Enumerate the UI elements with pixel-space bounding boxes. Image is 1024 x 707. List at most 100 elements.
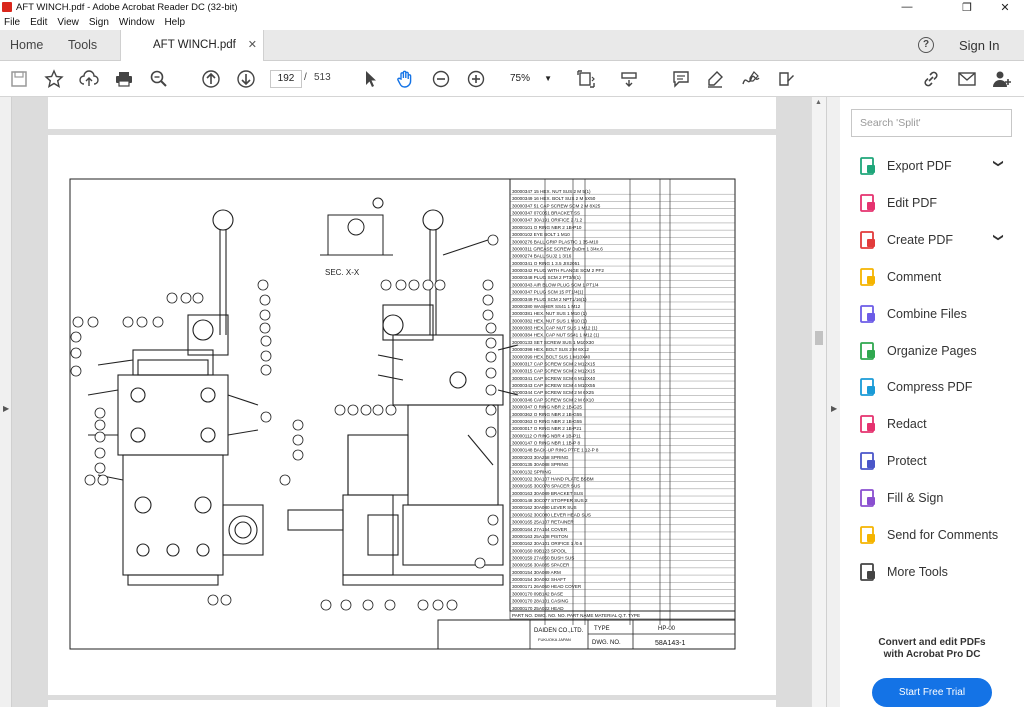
type-value: HP-00 — [658, 626, 676, 632]
select-cursor-icon[interactable] — [360, 68, 382, 90]
parts-row: 30000164 27A154 COVER — [512, 527, 568, 532]
close-window-button[interactable]: ✕ — [982, 0, 1024, 14]
upload-cloud-icon[interactable] — [78, 68, 100, 90]
zoom-out-icon[interactable] — [430, 68, 452, 90]
protect-label: Protect — [887, 454, 927, 469]
next-page-icon[interactable] — [235, 68, 257, 90]
tool-export-pdf[interactable]: Export PDF ❯ — [858, 154, 1018, 178]
help-icon[interactable]: ? — [918, 37, 934, 53]
tab-tools[interactable]: Tools — [68, 38, 97, 52]
parts-row: 30000399 HEX. BOLT SUS 1 M10X40 — [512, 354, 591, 359]
hand-tool-icon[interactable] — [394, 68, 416, 90]
parts-row: 30000154 30A092 SHAFT — [512, 577, 566, 582]
send-for-comments-label: Send for Comments — [887, 528, 999, 542]
parts-row: 30000346 CAP SCREW SCM 2 M 6X10 — [512, 397, 594, 402]
scrollbar-thumb[interactable] — [815, 331, 823, 345]
acrobat-app-icon — [2, 2, 12, 12]
tool-organize-pages[interactable]: Organize Pages — [858, 339, 1018, 363]
sign-in-button[interactable]: Sign In — [959, 38, 999, 53]
page-number-input[interactable]: 192 — [270, 70, 302, 88]
parts-row: 30000347 PLUG SCM 15 PT1/4(1) — [512, 290, 584, 295]
parts-row: 30000017 O RING NBR 2 1B-P21 — [512, 426, 582, 431]
chevron-down-icon[interactable]: ❯ — [993, 159, 1004, 167]
tool-redact[interactable]: Redact — [858, 412, 1018, 436]
combine-files-icon — [860, 304, 875, 323]
comment-icon[interactable] — [670, 68, 692, 90]
parts-row: 30000102 30A107 HAND PLATE BSBM — [512, 476, 594, 481]
left-assembly-view — [87, 209, 264, 586]
share-link-icon[interactable] — [920, 68, 942, 90]
chevron-down-icon[interactable]: ❯ — [993, 233, 1004, 241]
zoom-level-value: 75% — [510, 73, 531, 84]
tools-pane: Search 'Split' Export PDF ❯ Edit PDF Create… — [840, 97, 1024, 707]
bookmark-star-icon[interactable] — [43, 68, 65, 90]
create-pdf-icon — [860, 230, 875, 249]
tool-send-for-comments[interactable]: Send for Comments — [858, 523, 1018, 547]
parts-row: 30000347 O RING NBR 2 1B-G25 — [512, 405, 582, 410]
parts-row: 30000160 09B123 SPOOL — [512, 548, 567, 553]
minimize-button[interactable]: — — [884, 0, 930, 14]
menu-edit[interactable]: Edit — [30, 17, 47, 28]
create-pdf-label: Create PDF — [887, 232, 953, 247]
combine-files-label: Combine Files — [887, 306, 967, 321]
expand-left-pane-icon[interactable]: ▶ — [3, 404, 9, 413]
page-fit-icon[interactable] — [575, 68, 597, 90]
center-assembly-view — [287, 209, 519, 586]
tool-more-tools[interactable]: More Tools — [858, 560, 1018, 584]
tool-edit-pdf[interactable]: Edit PDF — [858, 191, 1018, 215]
company-name: DAIDEN CO.,LTD. — [534, 628, 584, 634]
tool-create-pdf[interactable]: Create PDF ❯ — [858, 228, 1018, 252]
zoom-in-icon[interactable] — [465, 68, 487, 90]
add-user-icon[interactable] — [991, 68, 1013, 90]
parts-row: 30000383 HEX. CAP NUT SUS 1 M12 (1) — [512, 326, 598, 331]
tool-comment[interactable]: Comment — [858, 265, 1018, 289]
start-free-trial-button[interactable]: Start Free Trial — [872, 678, 992, 707]
comment-icon — [860, 267, 875, 286]
protect-icon — [860, 452, 875, 471]
parts-list-table: 30000347 15 HEX. NUT SUS 2 M 5(1) 3000034… — [509, 178, 736, 625]
save-icon[interactable] — [8, 68, 30, 90]
tool-fill-sign[interactable]: Fill & Sign — [858, 486, 1018, 510]
email-icon[interactable] — [956, 68, 978, 90]
right-pane-toggle[interactable]: ▶ — [826, 97, 840, 707]
parts-row: 30000342 PLUG WITH FLANGE SCM 2 PF2 — [512, 268, 604, 273]
menu-view[interactable]: View — [57, 17, 79, 28]
edit-pdf-icon — [860, 193, 875, 212]
menu-file[interactable]: File — [4, 17, 20, 28]
scroll-mode-icon[interactable] — [618, 68, 640, 90]
highlight-pen-icon[interactable] — [704, 68, 726, 90]
left-pane-toggle[interactable]: ▶ — [0, 97, 12, 707]
tool-protect[interactable]: Protect — [858, 449, 1018, 473]
fill-sign-icon — [860, 489, 875, 507]
zoom-level-dropdown[interactable]: 75% ▼ — [502, 70, 556, 88]
parts-row: 30000154 30A089 ARM — [512, 570, 561, 575]
tab-close-icon[interactable]: ✕ — [248, 38, 257, 51]
collapse-right-pane-icon[interactable]: ▶ — [831, 404, 837, 413]
fill-sign-icon[interactable] — [775, 68, 797, 90]
tool-combine-files[interactable]: Combine Files — [858, 302, 1018, 326]
dwg-value: 58A143-1 — [655, 640, 685, 647]
parts-row: 30000362 O RING NBR 2 1B-G55 — [512, 412, 582, 417]
print-icon[interactable] — [113, 68, 135, 90]
previous-page-icon[interactable] — [200, 68, 222, 90]
parts-row: 30000156 30A085 SPACER — [512, 563, 570, 568]
tab-document[interactable]: AFT WINCH.pdf ✕ — [120, 30, 264, 61]
page-total: 513 — [314, 72, 331, 83]
tab-home[interactable]: Home — [10, 38, 43, 52]
tools-search-input[interactable]: Search 'Split' — [851, 109, 1012, 137]
promo-line-2: with Acrobat Pro DC — [883, 649, 981, 660]
section-label: SEC. X-X — [325, 268, 360, 277]
more-tools-label: More Tools — [887, 564, 948, 579]
tool-compress-pdf[interactable]: Compress PDF — [858, 375, 1018, 399]
parts-table-header: PART NO. DWG. NO. NO. PART NAME MATERIAL… — [512, 613, 640, 618]
zoom-search-icon[interactable] — [148, 68, 170, 90]
scroll-up-icon[interactable]: ▲ — [815, 99, 822, 106]
organize-pages-label: Organize Pages — [887, 343, 977, 358]
menu-sign[interactable]: Sign — [89, 17, 109, 28]
menu-window[interactable]: Window — [119, 17, 155, 28]
menu-help[interactable]: Help — [164, 17, 185, 28]
main-toolbar: 192 / 513 75% ▼ — [0, 61, 1024, 97]
vertical-scrollbar[interactable]: ▲ — [811, 97, 826, 707]
dwg-label: DWG. NO. — [592, 640, 621, 646]
signature-icon[interactable] — [740, 68, 762, 90]
